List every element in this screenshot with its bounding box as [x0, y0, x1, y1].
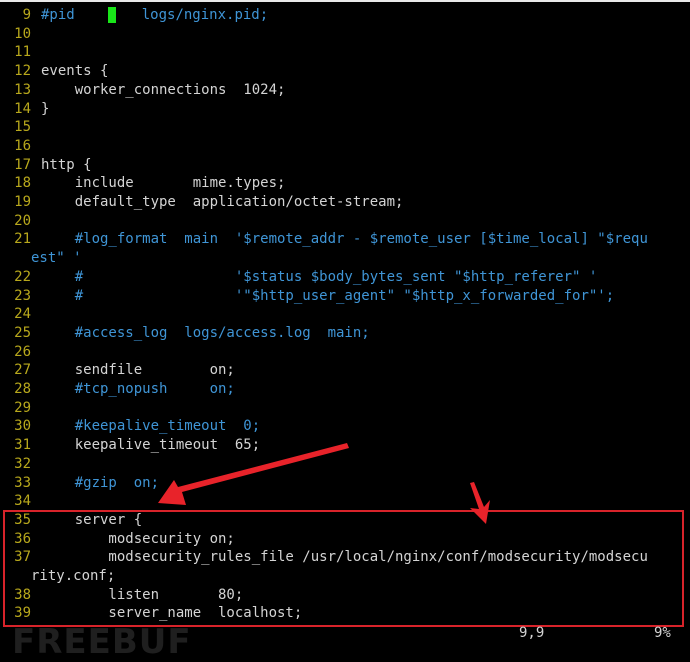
cursor-position: 9,9 — [519, 625, 545, 641]
arrow-left-icon — [158, 443, 349, 505]
watermark-text: FREEBUF — [12, 622, 192, 662]
annotation-arrows — [158, 443, 490, 524]
arrow-down-icon — [470, 482, 490, 524]
scroll-percent: 9% — [654, 625, 671, 641]
freebuf-watermark: FREEBUF — [12, 622, 192, 662]
